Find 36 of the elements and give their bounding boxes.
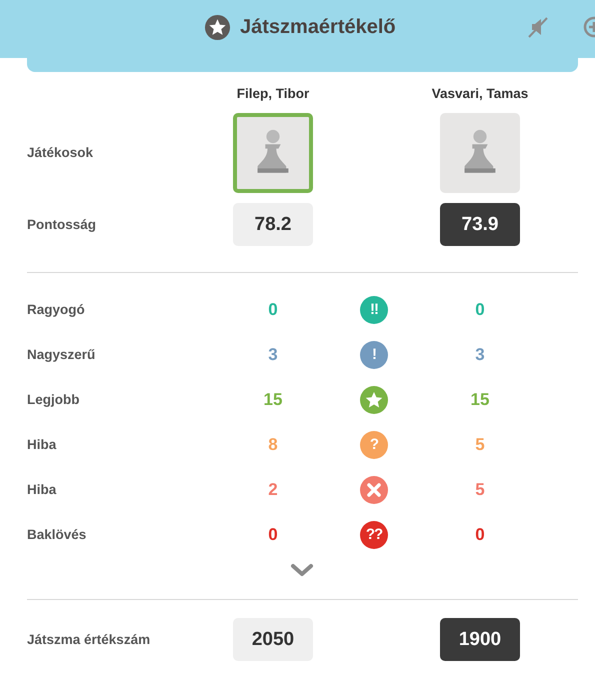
header-title: Játszmaértékelő <box>240 16 396 39</box>
move-count: 15 <box>470 390 490 410</box>
move-count: 3 <box>475 344 485 364</box>
move-class-icon: ? <box>360 430 388 458</box>
player-avatar[interactable] <box>233 113 313 193</box>
move-count: 0 <box>268 300 278 320</box>
move-class-icon: ! <box>360 340 388 368</box>
move-count: 0 <box>268 524 278 544</box>
row-label: Játszma értékszám <box>27 632 150 647</box>
row-label: Legjobb <box>27 392 80 407</box>
row-label: Nagyszerű <box>27 347 96 362</box>
accuracy-score: 78.2 <box>233 203 313 246</box>
accuracy-score: 73.9 <box>440 203 520 246</box>
move-class-icon: ?? <box>360 520 388 548</box>
move-class-icon: !! <box>360 296 388 324</box>
row-label: Baklövés <box>27 527 86 542</box>
move-count: 0 <box>475 524 485 544</box>
move-count: 5 <box>475 434 485 454</box>
row-label: Hiba <box>27 482 56 497</box>
game-rating: 1900 <box>440 618 520 661</box>
player-avatar[interactable] <box>440 113 520 193</box>
move-count: 5 <box>475 480 485 500</box>
player-name: Vasvari, Tamas <box>432 86 528 101</box>
row-label: Hiba <box>27 437 56 452</box>
move-count: 2 <box>268 480 278 500</box>
move-count: 15 <box>264 390 282 410</box>
move-count: 0 <box>475 300 485 320</box>
player-name: Filep, Tibor <box>236 86 310 101</box>
row-label: Ragyogó <box>27 302 85 317</box>
move-count: 3 <box>268 344 278 364</box>
row-label: Játékosok <box>27 144 94 160</box>
row-label: Pontosság <box>27 217 96 232</box>
mute-icon[interactable] <box>526 15 550 39</box>
chevron-down-icon[interactable] <box>290 563 314 577</box>
move-count: 8 <box>268 434 278 454</box>
game-rating: 2050 <box>233 618 313 661</box>
